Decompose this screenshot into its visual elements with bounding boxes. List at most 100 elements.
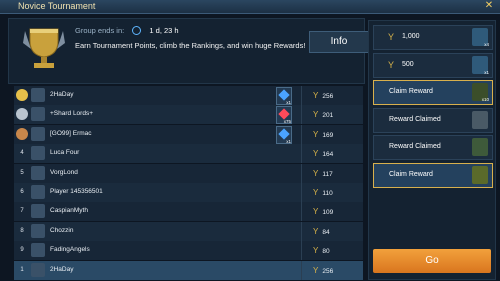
clock-icon: [132, 26, 142, 35]
rank-number: 6: [20, 189, 24, 195]
table-row[interactable]: 6 Player 145356501 Y 110: [14, 183, 363, 203]
reward-tier-3[interactable]: Claim Reward x10: [373, 80, 493, 105]
tier-status[interactable]: Claim Reward: [389, 171, 433, 178]
rank-number: 1: [20, 267, 24, 273]
tournament-points-icon: Y: [313, 226, 319, 236]
window-title: Novice Tournament: [18, 1, 96, 11]
divider: [301, 144, 302, 164]
points: Y 84: [313, 227, 330, 236]
reward-qty: x4: [484, 42, 489, 47]
table-row[interactable]: 9 FadingAngels Y 80: [14, 241, 363, 262]
tier-status: Reward Claimed: [389, 143, 441, 150]
divider: [301, 183, 302, 202]
avatar: [31, 263, 45, 277]
reward-chest-icon: x10: [472, 83, 489, 102]
divider: [301, 202, 302, 222]
close-icon[interactable]: ✕: [484, 1, 494, 11]
points: Y 117: [313, 169, 333, 178]
reward-item-icon[interactable]: x1: [276, 125, 292, 144]
reward-tier-1[interactable]: Y 1,000 x4: [373, 25, 493, 50]
reward-tier-5[interactable]: Reward Claimed: [373, 135, 493, 160]
reward-chest-icon: x1: [472, 55, 489, 75]
tournament-points-icon: Y: [313, 266, 319, 275]
time-left: 1 d, 23 h: [149, 26, 179, 35]
reward-chest-icon: [472, 165, 488, 184]
avatar: [31, 243, 45, 258]
rank-medal-icon: [16, 89, 28, 101]
trophy-icon: [23, 28, 65, 68]
player-name: CaspianMyth: [50, 207, 88, 215]
points: Y 80: [313, 246, 330, 255]
points-value: 164: [322, 151, 334, 159]
rank-medal-icon: [16, 127, 28, 140]
points-value: 110: [322, 190, 333, 197]
avatar: [31, 88, 45, 102]
tournament-points-icon: Y: [313, 149, 319, 159]
reward-item-icon[interactable]: x1: [276, 87, 292, 105]
avatar: [31, 126, 45, 141]
player-name: 2HaDay: [50, 91, 74, 98]
rank-number: 9: [20, 247, 24, 254]
reward-qty: x1: [286, 100, 291, 105]
table-row[interactable]: 8 Chozzin Y 84: [14, 221, 363, 242]
points: Y 164: [313, 149, 333, 158]
avatar: [31, 223, 45, 238]
rank-number: 4: [20, 150, 24, 157]
divider: [301, 124, 302, 144]
points: Y 110: [313, 188, 333, 197]
my-rank-row[interactable]: 1 2HaDay Y 256: [14, 261, 363, 281]
divider: [301, 163, 302, 183]
points-value: 109: [322, 209, 334, 217]
points-value: 84: [322, 228, 330, 236]
table-row[interactable]: +Shard Lords+ x75 Y 201: [14, 105, 363, 126]
points: Y 201: [313, 110, 333, 119]
player-name: Luca Four: [50, 149, 80, 157]
player-name: FadingAngels: [50, 246, 90, 254]
reward-tier-6[interactable]: Claim Reward: [373, 162, 493, 188]
tournament-points-icon: Y: [388, 59, 395, 70]
points-value: 201: [322, 112, 334, 120]
reward-qty: x10: [481, 97, 489, 102]
player-name: Chozzin: [50, 226, 74, 234]
reward-item-icon[interactable]: x75: [276, 106, 292, 125]
tournament-points-icon: Y: [313, 168, 319, 178]
tournament-header: Group ends in: 1 d, 23 h Earn Tournament…: [8, 18, 369, 84]
table-row[interactable]: 2HaDay x1 Y 256: [14, 86, 363, 106]
avatar: [31, 204, 45, 219]
table-row[interactable]: [GO99] Ermac x1 Y 169: [14, 124, 363, 145]
tier-status[interactable]: Claim Reward: [389, 88, 433, 95]
avatar: [31, 185, 45, 199]
player-name: VorgLond: [50, 168, 78, 176]
points-value: 80: [322, 248, 330, 256]
player-name: 2HaDay: [50, 266, 74, 273]
tournament-points-icon: Y: [313, 110, 319, 120]
rank-number: 8: [20, 227, 24, 234]
reward-tier-4[interactable]: Reward Claimed: [373, 107, 493, 133]
reward-chest-icon: x4: [472, 28, 489, 47]
points: Y 256: [313, 266, 333, 275]
reward-qty: x75: [283, 119, 291, 125]
go-button[interactable]: Go: [373, 249, 491, 273]
tier-points: 500: [402, 60, 414, 68]
avatar: [31, 107, 45, 122]
tournament-points-icon: Y: [313, 129, 319, 139]
reward-qty: x1: [286, 138, 291, 144]
divider: [301, 241, 302, 261]
table-row[interactable]: 5 VorgLond Y 117: [14, 163, 363, 184]
rank-medal-icon: [16, 108, 28, 121]
rank-number: 5: [20, 169, 24, 176]
points-value: 169: [322, 131, 334, 139]
group-ends-label: Group ends in:: [75, 26, 125, 35]
tournament-points-icon: Y: [388, 32, 395, 42]
reward-tier-2[interactable]: Y 500 x1: [373, 52, 493, 78]
tournament-points-icon: Y: [313, 188, 319, 197]
info-button[interactable]: Info: [309, 31, 369, 53]
table-row[interactable]: 7 CaspianMyth Y 109: [14, 202, 363, 223]
points-value: 256: [322, 268, 334, 275]
points-value: 256: [322, 93, 334, 100]
avatar: [31, 165, 45, 180]
player-name: Player 145356501: [50, 188, 103, 195]
tier-points: 1,000: [402, 33, 420, 40]
table-row[interactable]: 4 Luca Four Y 164: [14, 144, 363, 165]
rank-number: 7: [20, 208, 24, 215]
